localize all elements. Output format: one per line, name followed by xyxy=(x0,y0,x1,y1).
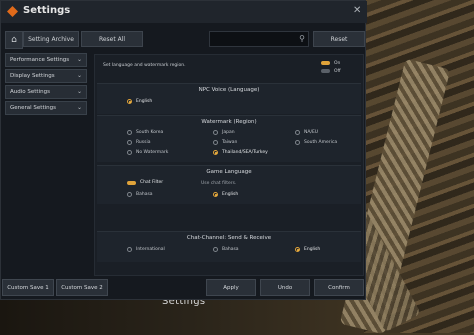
legend-on-label: On xyxy=(334,60,341,66)
section-title: Chat-Channel: Send & Receive xyxy=(186,235,272,241)
toolbar: ⌂ Setting Archive Reset All ⚲ Reset xyxy=(1,31,367,49)
option-label: Bahasa xyxy=(136,192,153,197)
sidebar-item-performance[interactable]: Performance Settings ⌄ xyxy=(5,53,87,67)
radio-selected-icon xyxy=(295,247,300,252)
radio-option-japan[interactable]: Japan xyxy=(213,130,235,135)
radio-selected-icon xyxy=(127,99,132,104)
option-label: Russia xyxy=(136,140,151,145)
radio-selected-icon xyxy=(213,150,218,155)
sidebar-item-label: Display Settings xyxy=(10,73,55,79)
window-title: Settings xyxy=(23,5,71,16)
section-title: NPC Voice (Language) xyxy=(198,87,260,93)
option-label: NA/EU xyxy=(304,130,319,135)
custom-save-1-button[interactable]: Custom Save 1 xyxy=(2,279,54,296)
radio-option-english[interactable]: English xyxy=(127,99,152,104)
toggle-on-icon xyxy=(127,180,136,185)
chevron-down-icon: ⌄ xyxy=(76,88,82,95)
radio-option-taiwan[interactable]: Taiwan xyxy=(213,140,237,145)
radio-option-bahasa[interactable]: Bahasa xyxy=(127,192,153,197)
radio-icon xyxy=(295,130,300,135)
radio-option-south-america[interactable]: South America xyxy=(295,140,337,145)
home-button[interactable]: ⌂ xyxy=(5,31,23,49)
general-settings-panel: Set language and watermark region. On Of… xyxy=(94,54,364,276)
toggle-label: Chat Filter xyxy=(140,180,164,185)
radio-option-bahasa[interactable]: Bahasa xyxy=(213,247,239,252)
option-label: Thailand/SEA/Turkey xyxy=(222,150,268,155)
panel-description: Set language and watermark region. xyxy=(103,63,186,68)
radio-option-russia[interactable]: Russia xyxy=(127,140,150,145)
radio-icon xyxy=(213,140,218,145)
toggle-off-swatch xyxy=(321,69,330,73)
radio-icon xyxy=(127,130,132,135)
search-icon: ⚲ xyxy=(299,34,305,43)
radio-icon xyxy=(213,247,218,252)
radio-option-english[interactable]: English xyxy=(295,247,320,252)
custom-save-2-button[interactable]: Custom Save 2 xyxy=(56,279,108,296)
watermark-section: Watermark (Region) South Korea Japan NA/… xyxy=(97,115,361,162)
option-label: Bahasa xyxy=(222,247,239,252)
sidebar-item-general[interactable]: General Settings ⌄ xyxy=(5,101,87,115)
radio-option-english[interactable]: English xyxy=(213,192,238,197)
chat-filter-hint: Use chat filters. xyxy=(201,181,237,186)
home-icon: ⌂ xyxy=(11,35,17,45)
radio-icon xyxy=(127,247,132,252)
chevron-down-icon: ⌄ xyxy=(76,104,82,111)
radio-option-no-watermark[interactable]: No Watermark xyxy=(127,150,168,155)
radio-icon xyxy=(295,140,300,145)
undo-button[interactable]: Undo xyxy=(260,279,310,296)
npc-voice-section: NPC Voice (Language) English xyxy=(97,83,361,114)
option-label: English xyxy=(136,99,153,104)
section-title: Game Language xyxy=(206,169,252,175)
radio-icon xyxy=(213,130,218,135)
option-label: Japan xyxy=(222,130,235,135)
game-logo-icon xyxy=(7,6,18,17)
radio-option-na-eu[interactable]: NA/EU xyxy=(295,130,318,135)
setting-archive-button[interactable]: Setting Archive xyxy=(23,31,79,47)
sidebar-item-label: General Settings xyxy=(10,105,56,111)
option-label: South Korea xyxy=(136,130,164,135)
confirm-button[interactable]: Confirm xyxy=(314,279,364,296)
option-label: English xyxy=(222,192,239,197)
legend-off-label: Off xyxy=(334,68,341,74)
title-bar: Settings ✕ xyxy=(1,1,367,23)
chevron-down-icon: ⌄ xyxy=(76,72,82,79)
option-label: Taiwan xyxy=(222,140,238,145)
radio-icon xyxy=(127,192,132,197)
sidebar-item-label: Performance Settings xyxy=(10,57,70,63)
radio-option-south-korea[interactable]: South Korea xyxy=(127,130,163,135)
sidebar-item-label: Audio Settings xyxy=(10,89,50,95)
chat-filter-toggle[interactable]: Chat Filter xyxy=(127,180,163,185)
chevron-down-icon: ⌄ xyxy=(76,56,82,63)
apply-button[interactable]: Apply xyxy=(206,279,256,296)
section-title: Watermark (Region) xyxy=(201,119,257,125)
radio-option-international[interactable]: International xyxy=(127,247,165,252)
option-label: English xyxy=(304,247,321,252)
radio-icon xyxy=(127,150,132,155)
option-label: International xyxy=(136,247,165,252)
search-input[interactable]: ⚲ xyxy=(209,31,309,47)
toggle-legend: On Off xyxy=(321,59,341,75)
sidebar: Performance Settings ⌄ Display Settings … xyxy=(5,53,87,117)
option-label: No Watermark xyxy=(136,150,169,155)
sidebar-item-audio[interactable]: Audio Settings ⌄ xyxy=(5,85,87,99)
radio-option-thailand-sea-turkey[interactable]: Thailand/SEA/Turkey xyxy=(213,150,268,155)
radio-selected-icon xyxy=(213,192,218,197)
reset-button[interactable]: Reset xyxy=(313,31,365,47)
toggle-on-swatch xyxy=(321,61,330,65)
game-language-section: Game Language Chat Filter Use chat filte… xyxy=(97,165,361,204)
reset-all-button[interactable]: Reset All xyxy=(81,31,143,47)
chat-channel-section: Chat-Channel: Send & Receive Internation… xyxy=(97,231,361,262)
radio-icon xyxy=(127,140,132,145)
sidebar-item-display[interactable]: Display Settings ⌄ xyxy=(5,69,87,83)
option-label: South America xyxy=(304,140,338,145)
settings-window: Settings ✕ ⌂ Setting Archive Reset All ⚲… xyxy=(0,0,367,300)
close-icon[interactable]: ✕ xyxy=(353,5,361,16)
